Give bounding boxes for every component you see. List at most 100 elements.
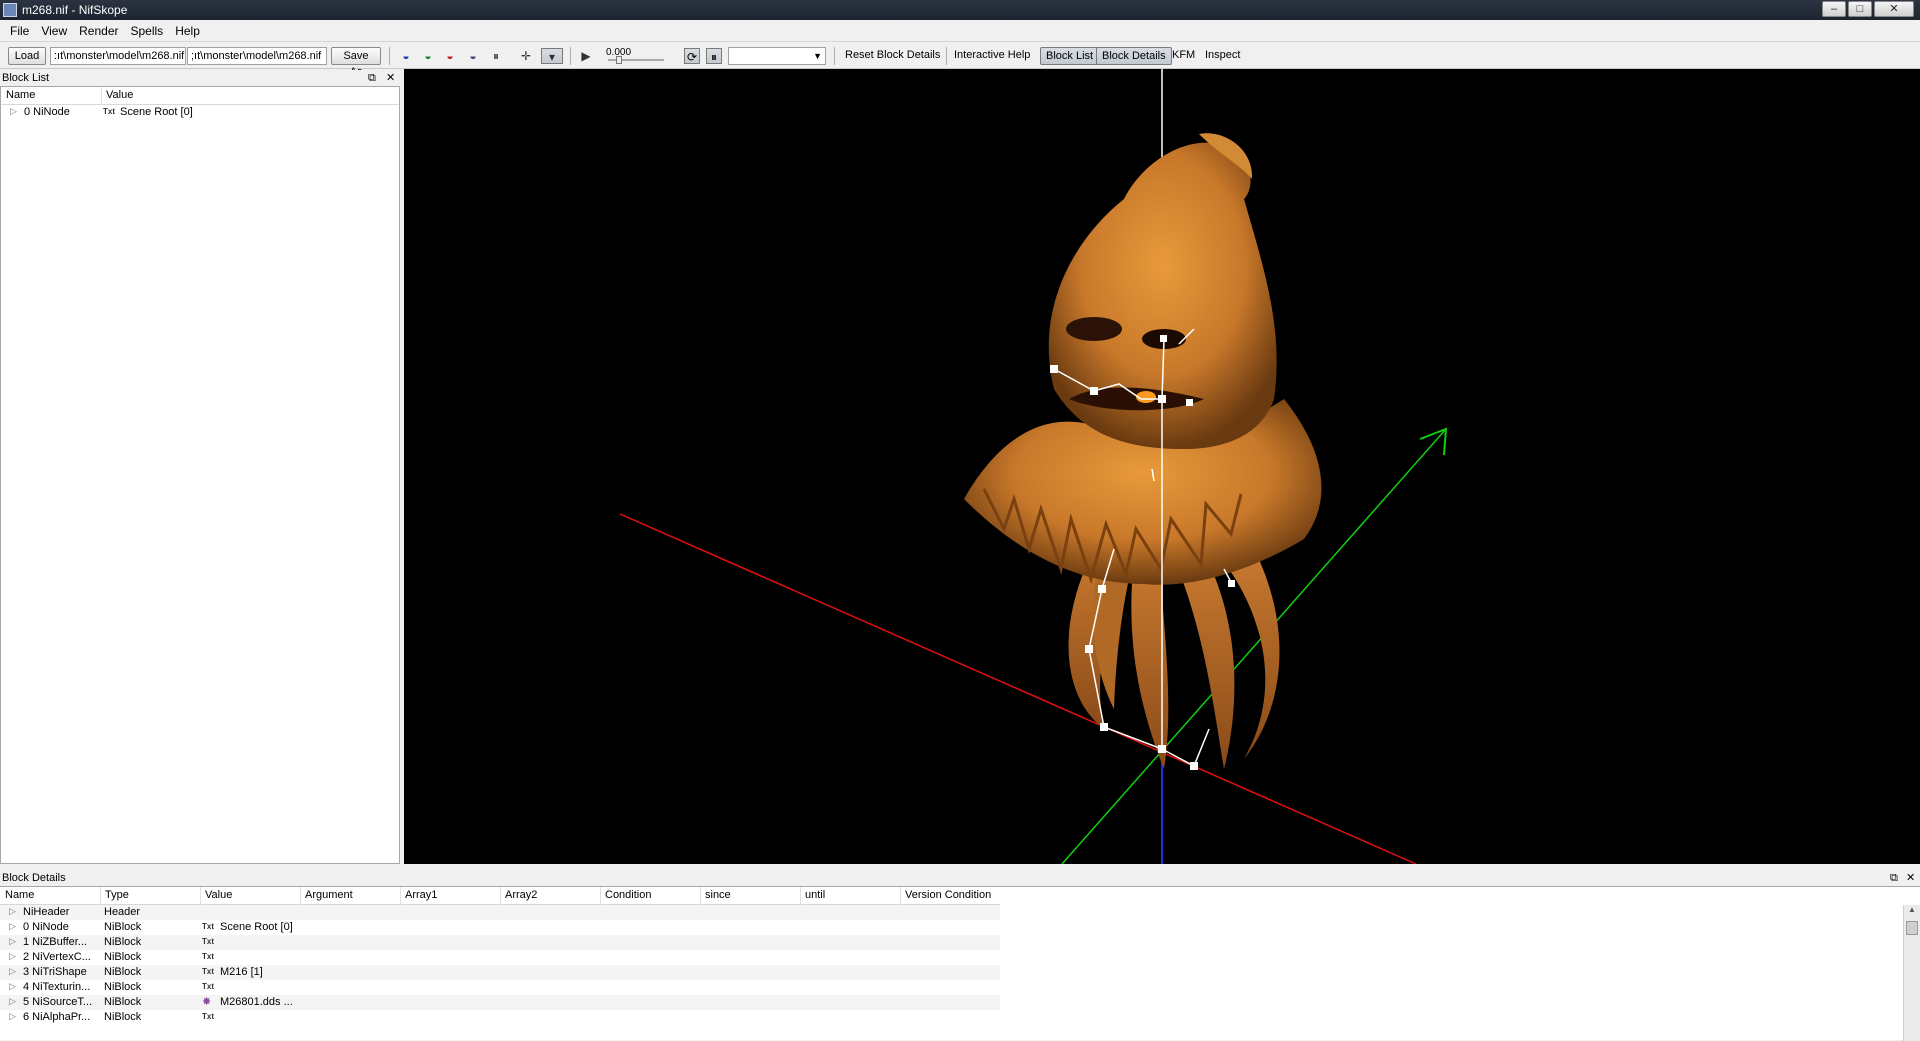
table-row[interactable]: ▷ 3 NiTriShape NiBlock Txt M216 [1] xyxy=(0,965,1000,980)
time-slider-handle[interactable] xyxy=(616,56,622,64)
time-slider[interactable] xyxy=(608,56,664,64)
column-name[interactable]: Name xyxy=(5,889,34,901)
scene-canvas xyxy=(619,69,1448,864)
close-icon[interactable]: ✕ xyxy=(1906,870,1915,886)
view-dropdown-icon[interactable]: ▾ xyxy=(541,48,563,64)
kfm-button[interactable]: KFM xyxy=(1172,47,1195,65)
table-row[interactable]: ▷ 2 NiVertexC... NiBlock Txt xyxy=(0,950,1000,965)
txt-icon: Txt xyxy=(202,922,214,931)
block-value: Scene Root [0] xyxy=(120,106,193,118)
table-row[interactable]: ▷ 0 NiNode NiBlock Txt Scene Root [0] xyxy=(0,920,1000,935)
reset-block-details-button[interactable]: Reset Block Details xyxy=(845,47,940,65)
table-row[interactable]: ▷ 5 NiSourceT... NiBlock ✸ M26801.dds ..… xyxy=(0,995,1000,1010)
vertical-scrollbar[interactable]: ▲ xyxy=(1903,905,1920,1041)
column-until[interactable]: until xyxy=(805,889,825,901)
table-row[interactable]: ▷ 4 NiTexturin... NiBlock Txt xyxy=(0,980,1000,995)
x-axis-line xyxy=(619,513,1417,864)
column-value[interactable]: Value xyxy=(205,889,232,901)
column-name[interactable]: Name xyxy=(6,89,35,101)
menu-file[interactable]: File xyxy=(4,24,35,38)
save-as-button[interactable]: Save As xyxy=(331,47,381,78)
table-row[interactable]: ▷ 1 NiZBuffer... NiBlock Txt xyxy=(0,935,1000,950)
column-value[interactable]: Value xyxy=(106,89,133,101)
column-type[interactable]: Type xyxy=(105,889,129,901)
table-row[interactable]: ▷ 6 NiAlphaPr... NiBlock Txt xyxy=(0,1010,1000,1025)
column-since[interactable]: since xyxy=(705,889,731,901)
view-top-icon[interactable]: ◒ xyxy=(398,48,414,64)
column-argument[interactable]: Argument xyxy=(305,889,353,901)
txt-icon: Txt xyxy=(202,967,214,976)
texture-icon: ✸ xyxy=(202,996,212,1008)
switch-icon[interactable]: ⏸ xyxy=(706,48,722,64)
expand-arrow-icon[interactable]: ▷ xyxy=(9,966,16,977)
load-path-field[interactable]: :ıt\monster\model\m268.nif xyxy=(50,47,186,65)
inspect-button[interactable]: Inspect xyxy=(1205,47,1240,65)
block-name: 0 NiNode xyxy=(24,106,70,118)
row-name: 2 NiVertexC... xyxy=(23,951,91,963)
toolbar: Load :ıt\monster\model\m268.nif ;ıt\mons… xyxy=(0,43,1920,78)
row-type: NiBlock xyxy=(104,981,142,993)
minimize-icon[interactable]: – xyxy=(1822,1,1846,17)
block-details-title: Block Details xyxy=(2,872,66,884)
tree-row[interactable]: ▷ 0 NiNode Txt Scene Root [0] xyxy=(1,105,399,120)
expand-arrow-icon[interactable]: ▷ xyxy=(9,921,16,932)
expand-arrow-icon[interactable]: ▷ xyxy=(9,981,16,992)
details-column-header: Name Type Value Argument Array1 Array2 C… xyxy=(0,887,1000,905)
block-list-toggle[interactable]: Block List xyxy=(1040,47,1100,65)
row-type: NiBlock xyxy=(104,966,142,978)
expand-arrow-icon[interactable]: ▷ xyxy=(9,1011,16,1022)
view-user-icon[interactable]: ◒ xyxy=(465,48,481,64)
menu-view[interactable]: View xyxy=(35,24,73,38)
row-name: 4 NiTexturin... xyxy=(23,981,91,993)
column-version-condition[interactable]: Version Condition xyxy=(905,889,991,901)
axes-icon[interactable]: ✛ xyxy=(518,48,534,64)
menu-render[interactable]: Render xyxy=(73,24,124,38)
column-array1[interactable]: Array1 xyxy=(405,889,437,901)
maximize-icon[interactable]: □ xyxy=(1848,1,1872,17)
scroll-up-icon[interactable]: ▲ xyxy=(1904,905,1920,919)
float-icon[interactable]: ⧉ xyxy=(1890,870,1898,886)
close-icon[interactable]: ✕ xyxy=(1874,1,1914,17)
block-details-toggle[interactable]: Block Details xyxy=(1096,47,1172,65)
block-list-header: Block List ⧉ ✕ xyxy=(0,70,402,86)
column-array2[interactable]: Array2 xyxy=(505,889,537,901)
row-name: 6 NiAlphaPr... xyxy=(23,1011,91,1023)
toolbar-separator xyxy=(834,47,835,65)
loop-icon[interactable]: ⟳ xyxy=(684,48,700,64)
load-button[interactable]: Load xyxy=(8,47,46,65)
save-path-field[interactable]: ;ıt\monster\model\m268.nif xyxy=(187,47,327,65)
menu-spells[interactable]: Spells xyxy=(125,24,170,38)
float-icon[interactable]: ⧉ xyxy=(368,70,376,86)
expand-arrow-icon[interactable]: ▷ xyxy=(9,996,16,1007)
animation-select[interactable]: ▼ xyxy=(728,47,826,65)
block-list-column-header: Name Value xyxy=(1,87,399,105)
interactive-help-button[interactable]: Interactive Help xyxy=(954,47,1030,65)
details-rows: ▷ NiHeader Header ▷ 0 NiNode NiBlock Txt… xyxy=(0,905,1920,1025)
play-icon[interactable]: ▶ xyxy=(578,48,594,64)
txt-icon: Txt xyxy=(202,937,214,946)
view-side-icon[interactable]: ◒ xyxy=(442,48,458,64)
window-controls: – □ ✕ xyxy=(1822,1,1914,17)
app-icon xyxy=(3,3,17,17)
txt-icon: Txt xyxy=(103,107,115,116)
block-details-table: Name Type Value Argument Array1 Array2 C… xyxy=(0,886,1920,1041)
view-front-icon[interactable]: ◒ xyxy=(420,48,436,64)
walk-mode-icon[interactable]: ⏸ xyxy=(488,48,504,64)
expand-arrow-icon[interactable]: ▷ xyxy=(9,951,16,962)
column-condition[interactable]: Condition xyxy=(605,889,651,901)
expand-arrow-icon[interactable]: ▷ xyxy=(9,936,16,947)
title-bar: m268.nif - NifSkope – □ ✕ xyxy=(0,0,1920,20)
close-icon[interactable]: ✕ xyxy=(386,70,395,86)
txt-icon: Txt xyxy=(202,982,214,991)
table-row[interactable]: ▷ NiHeader Header xyxy=(0,905,1000,920)
toolbar-separator xyxy=(389,47,390,65)
expand-arrow-icon[interactable]: ▷ xyxy=(9,906,16,917)
scrollbar-thumb[interactable] xyxy=(1906,921,1918,935)
menu-help[interactable]: Help xyxy=(169,24,206,38)
render-viewport[interactable] xyxy=(404,69,1920,864)
expand-arrow-icon[interactable]: ▷ xyxy=(10,106,17,117)
row-type: NiBlock xyxy=(104,1011,142,1023)
row-name: 1 NiZBuffer... xyxy=(23,936,87,948)
row-name: NiHeader xyxy=(23,906,70,918)
menu-bar: File View Render Spells Help xyxy=(0,20,1920,42)
